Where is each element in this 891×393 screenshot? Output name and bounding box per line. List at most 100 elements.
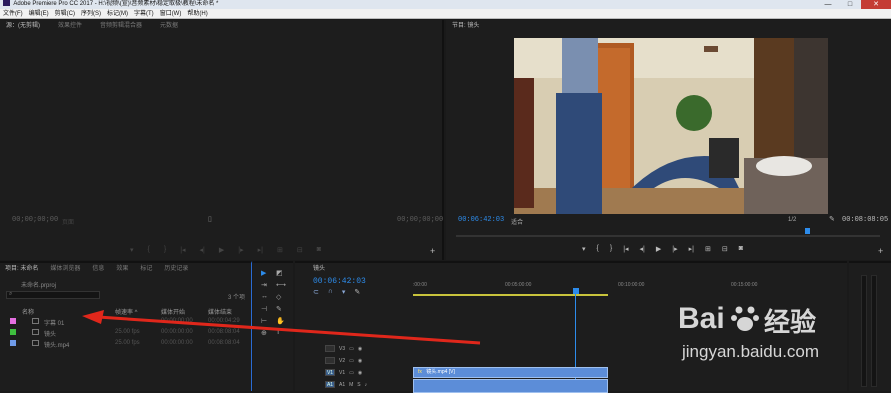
timeline-timecode[interactable]: 00:06:42:03 <box>313 277 366 286</box>
slide-tool-icon[interactable]: ⊢ <box>261 317 273 325</box>
step-forward-icon[interactable]: |▸ <box>672 245 677 253</box>
close-button[interactable]: ✕ <box>861 0 891 9</box>
project-row[interactable]: 字幕 01 00:00:00:00 00:00:04:29 <box>0 316 251 327</box>
export-frame-icon[interactable]: ◙ <box>739 245 743 253</box>
go-to-out-icon[interactable]: ▸| <box>258 246 263 254</box>
timeline-options: ⊂ ∩ ▾ ✎ <box>313 288 360 296</box>
column-media-start[interactable]: 媒体开始 <box>161 307 185 316</box>
step-back-icon[interactable]: ◂| <box>200 246 205 254</box>
column-frame-rate[interactable]: 帧速率 ^ <box>115 307 137 316</box>
tab-project[interactable]: 项目: 未命名 <box>5 263 38 275</box>
timeline-playhead-handle[interactable] <box>573 288 579 294</box>
step-back-icon[interactable]: ◂| <box>640 245 645 253</box>
project-row[interactable]: 镜头.mp4 25.00 fps 00:00:00:00 00:08:08:04 <box>0 338 251 349</box>
column-media-end[interactable]: 媒体结束 <box>208 307 232 316</box>
fit-dropdown[interactable]: 适合 <box>511 217 523 226</box>
item-name[interactable]: 镜头 <box>44 329 56 338</box>
add-marker-icon[interactable]: ▾ <box>342 288 346 296</box>
rolling-edit-tool-icon[interactable]: ⟷ <box>276 281 288 289</box>
step-forward-icon[interactable]: |▸ <box>238 246 243 254</box>
work-area-bar[interactable] <box>413 294 608 296</box>
add-button-icon[interactable]: + <box>430 246 435 256</box>
track-select-tool-icon[interactable]: ◩ <box>276 269 288 277</box>
in-point-icon[interactable]: { <box>597 245 599 253</box>
track-toggle[interactable]: A1 <box>325 381 335 388</box>
tab-effect-controls[interactable]: 效果控件 <box>58 20 82 32</box>
hand-tool-icon[interactable]: ✋ <box>276 317 288 325</box>
rate-stretch-tool-icon[interactable]: ↔ <box>261 293 273 301</box>
trash-icon[interactable]: ▯ <box>208 215 212 223</box>
menu-title[interactable]: 字幕(T) <box>134 9 154 18</box>
item-name[interactable]: 镜头.mp4 <box>44 340 69 349</box>
track-toggle[interactable] <box>325 357 335 364</box>
voiceover-mic-icon[interactable]: ♪ <box>365 382 368 388</box>
toggle-sync-lock-icon[interactable]: ▭ <box>349 346 354 352</box>
out-point-icon[interactable]: } <box>610 245 612 253</box>
wrench-icon[interactable]: ✎ <box>354 288 360 296</box>
insert-icon[interactable]: ⊞ <box>277 246 283 254</box>
snap-icon[interactable]: ⊂ <box>313 288 319 296</box>
selection-tool-icon[interactable]: ▶ <box>261 269 273 277</box>
play-icon[interactable]: ▶ <box>656 245 661 253</box>
toggle-visibility-icon[interactable]: ◉ <box>358 370 362 376</box>
program-scrubber[interactable] <box>456 235 880 237</box>
go-to-in-icon[interactable]: |◂ <box>623 245 628 253</box>
project-row[interactable]: 镜头 25.00 fps 00:00:00:00 00:08:08:04 <box>0 327 251 338</box>
menu-edit[interactable]: 编辑(E) <box>29 9 49 18</box>
mute-icon[interactable]: M <box>349 382 353 388</box>
go-to-out-icon[interactable]: ▸| <box>689 245 694 253</box>
tab-program[interactable]: 节目: 镜头 <box>452 20 479 32</box>
toggle-visibility-icon[interactable]: ◉ <box>358 358 362 364</box>
program-current-timecode[interactable]: 00:06:42:03 <box>458 216 504 224</box>
ripple-edit-tool-icon[interactable]: ⇥ <box>261 281 273 289</box>
search-input[interactable] <box>6 291 100 299</box>
menu-help[interactable]: 帮助(H) <box>187 9 207 18</box>
marker-icon[interactable]: ▾ <box>130 246 134 254</box>
play-icon[interactable]: ▶ <box>219 246 224 254</box>
add-button-icon[interactable]: + <box>878 246 883 256</box>
out-point-icon[interactable]: } <box>164 246 166 254</box>
item-name[interactable]: 字幕 01 <box>44 318 64 327</box>
menu-file[interactable]: 文件(F) <box>3 9 23 18</box>
wrench-icon[interactable]: ✎ <box>829 215 835 223</box>
resolution-dropdown[interactable]: 1/2 <box>788 217 796 223</box>
go-to-in-icon[interactable]: |◂ <box>180 246 185 254</box>
marker-icon[interactable]: ▾ <box>582 245 586 253</box>
type-tool-icon[interactable]: T <box>276 329 288 337</box>
toggle-sync-lock-icon[interactable]: ▭ <box>349 358 354 364</box>
solo-icon[interactable]: S <box>357 382 360 388</box>
track-toggle[interactable] <box>325 345 335 352</box>
menu-marker[interactable]: 标记(M) <box>107 9 128 18</box>
extract-icon[interactable]: ⊟ <box>722 245 728 253</box>
in-point-icon[interactable]: { <box>148 246 150 254</box>
maximize-button[interactable]: □ <box>839 0 861 9</box>
razor-tool-icon[interactable]: ◇ <box>276 293 288 301</box>
toggle-sync-lock-icon[interactable]: ▭ <box>349 370 354 376</box>
source-timecode-left[interactable]: 00;00;00;00 <box>12 216 58 224</box>
tab-media-browser[interactable]: 媒体浏览器 <box>50 263 80 275</box>
export-frame-icon[interactable]: ◙ <box>317 246 321 254</box>
tab-history[interactable]: 历史记录 <box>164 263 188 275</box>
tab-sequence[interactable]: 镜头 <box>313 263 325 275</box>
overwrite-icon[interactable]: ⊟ <box>297 246 303 254</box>
toggle-visibility-icon[interactable]: ◉ <box>358 346 362 352</box>
zoom-tool-icon[interactable]: ⊕ <box>261 329 273 337</box>
slip-tool-icon[interactable]: ⊣ <box>261 305 273 313</box>
tab-audio-mixer[interactable]: 音频剪辑混合器 <box>100 20 142 32</box>
video-clip[interactable]: fx 镜头.mp4 [V] <box>413 367 608 378</box>
menu-window[interactable]: 窗口(W) <box>160 9 182 18</box>
lift-icon[interactable]: ⊞ <box>705 245 711 253</box>
minimize-button[interactable]: — <box>817 0 839 9</box>
column-name[interactable]: 名称 <box>22 307 34 316</box>
tab-markers[interactable]: 标记 <box>140 263 152 275</box>
pen-tool-icon[interactable]: ✎ <box>276 305 288 313</box>
track-toggle[interactable]: V1 <box>325 369 335 376</box>
program-playhead[interactable] <box>805 228 810 234</box>
tab-metadata[interactable]: 元数据 <box>160 20 178 32</box>
menu-clip[interactable]: 剪辑(C) <box>55 9 75 18</box>
menu-sequence[interactable]: 序列(S) <box>81 9 101 18</box>
tab-effects[interactable]: 效果 <box>116 263 128 275</box>
tab-source[interactable]: 源：(无剪辑) <box>6 20 40 32</box>
tab-info[interactable]: 信息 <box>92 263 104 275</box>
linked-selection-icon[interactable]: ∩ <box>328 288 333 296</box>
